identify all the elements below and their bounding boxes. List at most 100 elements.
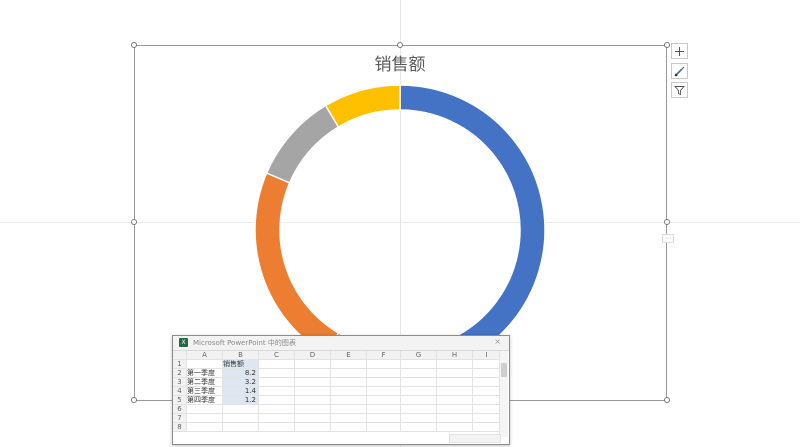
table-cell[interactable] xyxy=(187,360,223,369)
table-cell[interactable] xyxy=(437,360,473,369)
chart-filters-button[interactable] xyxy=(671,82,688,98)
table-cell[interactable] xyxy=(331,369,367,378)
column-header[interactable]: H xyxy=(437,351,473,360)
table-cell[interactable] xyxy=(401,396,437,405)
cell-value[interactable]: 3.2 xyxy=(223,378,259,387)
row-header[interactable]: 2 xyxy=(173,369,187,378)
resize-handle-left[interactable] xyxy=(131,219,137,225)
cell-value[interactable]: 1.2 xyxy=(223,396,259,405)
cell-b1[interactable]: 销售额 xyxy=(223,360,259,369)
table-cell[interactable] xyxy=(437,423,473,432)
table-cell[interactable] xyxy=(259,414,295,423)
table-cell[interactable] xyxy=(473,423,501,432)
scroll-thumb[interactable] xyxy=(501,363,507,377)
table-cell[interactable] xyxy=(187,423,223,432)
table-cell[interactable] xyxy=(401,387,437,396)
table-cell[interactable] xyxy=(401,360,437,369)
table-cell[interactable] xyxy=(295,405,331,414)
table-cell[interactable] xyxy=(367,387,401,396)
column-header[interactable]: E xyxy=(331,351,367,360)
table-cell[interactable] xyxy=(223,423,259,432)
cell-label[interactable]: 第一季度 xyxy=(187,369,223,378)
cell-value[interactable]: 1.4 xyxy=(223,387,259,396)
table-cell[interactable] xyxy=(295,369,331,378)
table-cell[interactable] xyxy=(259,369,295,378)
table-cell[interactable] xyxy=(259,378,295,387)
table-cell[interactable] xyxy=(295,423,331,432)
column-header[interactable]: D xyxy=(295,351,331,360)
table-cell[interactable] xyxy=(367,360,401,369)
cell-label[interactable]: 第四季度 xyxy=(187,396,223,405)
spreadsheet-window[interactable]: X Microsoft PowerPoint 中的图表 × ABCDEFGHI 1… xyxy=(172,335,510,445)
resize-handle-bottom-right[interactable] xyxy=(664,397,670,403)
layout-options-tag[interactable]: ⋯ xyxy=(662,234,674,243)
table-cell[interactable] xyxy=(367,423,401,432)
column-header[interactable]: B xyxy=(223,351,259,360)
table-cell[interactable] xyxy=(473,414,501,423)
close-icon[interactable]: × xyxy=(494,337,501,346)
row-header[interactable]: 8 xyxy=(173,423,187,432)
vertical-scrollbar[interactable] xyxy=(499,351,508,437)
table-cell[interactable] xyxy=(259,396,295,405)
select-all-corner[interactable] xyxy=(173,351,187,360)
resize-handle-right[interactable] xyxy=(664,219,670,225)
table-cell[interactable] xyxy=(295,396,331,405)
table-cell[interactable] xyxy=(259,387,295,396)
table-cell[interactable] xyxy=(331,414,367,423)
row-header[interactable]: 6 xyxy=(173,405,187,414)
resize-handle-top-right[interactable] xyxy=(664,42,670,48)
table-cell[interactable] xyxy=(437,396,473,405)
chart-elements-button[interactable] xyxy=(671,43,688,59)
table-cell[interactable] xyxy=(401,369,437,378)
table-cell[interactable] xyxy=(437,387,473,396)
table-cell[interactable] xyxy=(187,405,223,414)
table-cell[interactable] xyxy=(473,360,501,369)
table-cell[interactable] xyxy=(437,414,473,423)
resize-handle-top-left[interactable] xyxy=(131,42,137,48)
column-header[interactable]: A xyxy=(187,351,223,360)
cell-label[interactable]: 第三季度 xyxy=(187,387,223,396)
table-cell[interactable] xyxy=(401,405,437,414)
resize-handle-top[interactable] xyxy=(397,42,403,48)
table-cell[interactable] xyxy=(295,360,331,369)
table-cell[interactable] xyxy=(331,360,367,369)
table-cell[interactable] xyxy=(473,369,501,378)
table-cell[interactable] xyxy=(473,405,501,414)
table-cell[interactable] xyxy=(401,423,437,432)
table-cell[interactable] xyxy=(295,378,331,387)
table-cell[interactable] xyxy=(331,387,367,396)
table-cell[interactable] xyxy=(259,360,295,369)
row-header[interactable]: 7 xyxy=(173,414,187,423)
row-header[interactable]: 3 xyxy=(173,378,187,387)
table-cell[interactable] xyxy=(295,387,331,396)
table-cell[interactable] xyxy=(437,378,473,387)
table-cell[interactable] xyxy=(437,369,473,378)
table-cell[interactable] xyxy=(367,369,401,378)
table-cell[interactable] xyxy=(367,378,401,387)
table-cell[interactable] xyxy=(473,396,501,405)
row-header[interactable]: 5 xyxy=(173,396,187,405)
column-header[interactable]: F xyxy=(367,351,401,360)
table-cell[interactable] xyxy=(367,396,401,405)
table-cell[interactable] xyxy=(401,378,437,387)
table-cell[interactable] xyxy=(331,378,367,387)
table-cell[interactable] xyxy=(473,378,501,387)
resize-handle-bottom-left[interactable] xyxy=(131,397,137,403)
cell-value[interactable]: 8.2 xyxy=(223,369,259,378)
table-cell[interactable] xyxy=(187,414,223,423)
column-header[interactable]: G xyxy=(401,351,437,360)
table-cell[interactable] xyxy=(437,405,473,414)
row-header[interactable]: 1 xyxy=(173,360,187,369)
spreadsheet-titlebar[interactable]: X Microsoft PowerPoint 中的图表 × xyxy=(173,336,509,351)
table-cell[interactable] xyxy=(367,405,401,414)
table-cell[interactable] xyxy=(473,387,501,396)
table-cell[interactable] xyxy=(259,405,295,414)
chart-styles-button[interactable] xyxy=(671,63,688,79)
table-cell[interactable] xyxy=(367,414,401,423)
table-cell[interactable] xyxy=(331,396,367,405)
table-cell[interactable] xyxy=(223,414,259,423)
table-cell[interactable] xyxy=(223,405,259,414)
table-cell[interactable] xyxy=(259,423,295,432)
table-cell[interactable] xyxy=(401,414,437,423)
column-header[interactable]: C xyxy=(259,351,295,360)
